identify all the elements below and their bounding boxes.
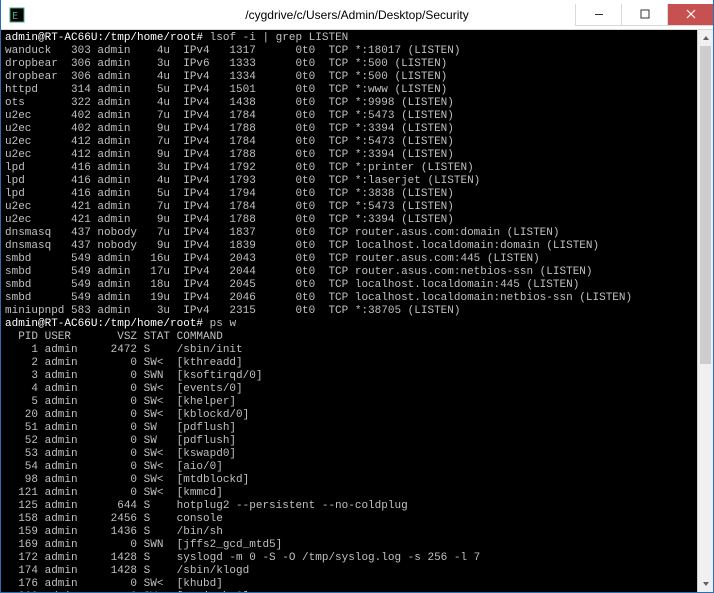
terminal-window: E /cygdrive/c/Users/Admin/Desktop/Securi…: [0, 0, 714, 593]
scrollbar[interactable]: [697, 30, 713, 592]
scroll-track[interactable]: [698, 46, 713, 576]
app-icon: E: [9, 7, 25, 23]
minimize-button[interactable]: [575, 4, 621, 26]
maximize-button[interactable]: [621, 4, 667, 26]
close-button[interactable]: [667, 4, 713, 26]
scroll-down-arrow-icon[interactable]: [698, 576, 713, 592]
window-controls: [575, 4, 713, 26]
svg-text:E: E: [12, 11, 18, 22]
scroll-thumb[interactable]: [700, 46, 711, 364]
titlebar[interactable]: E /cygdrive/c/Users/Admin/Desktop/Securi…: [1, 0, 713, 30]
scroll-up-arrow-icon[interactable]: [698, 30, 713, 46]
terminal-output[interactable]: admin@RT-AC66U:/tmp/home/root# lsof -i |…: [1, 30, 713, 592]
